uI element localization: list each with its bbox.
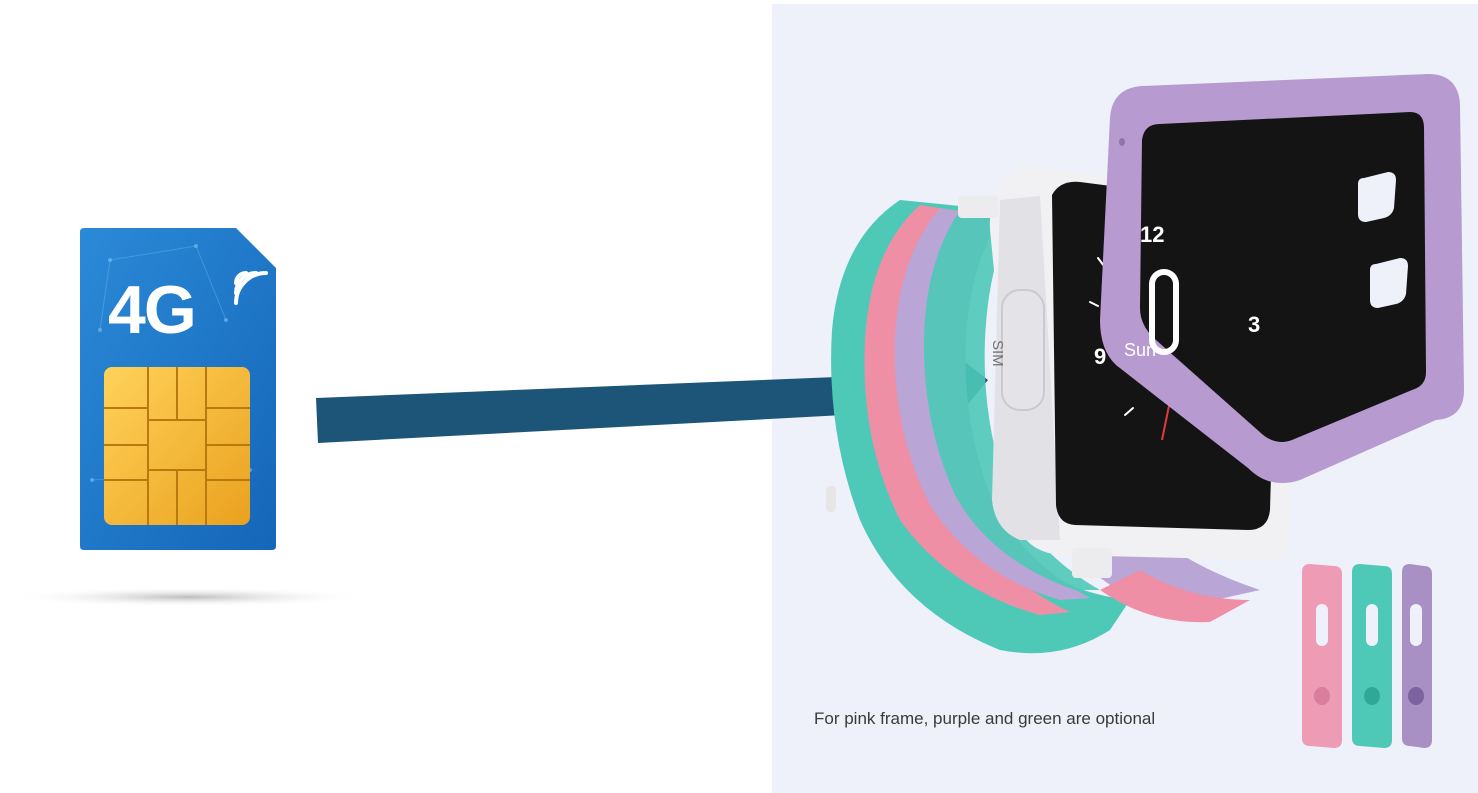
caption-text: For pink frame, purple and green are opt… [814,709,1156,728]
frame-color-options [1302,564,1432,748]
frame-option-purple [1402,564,1432,748]
frame-option-pink [1302,564,1342,748]
frame-option-green [1352,564,1392,748]
